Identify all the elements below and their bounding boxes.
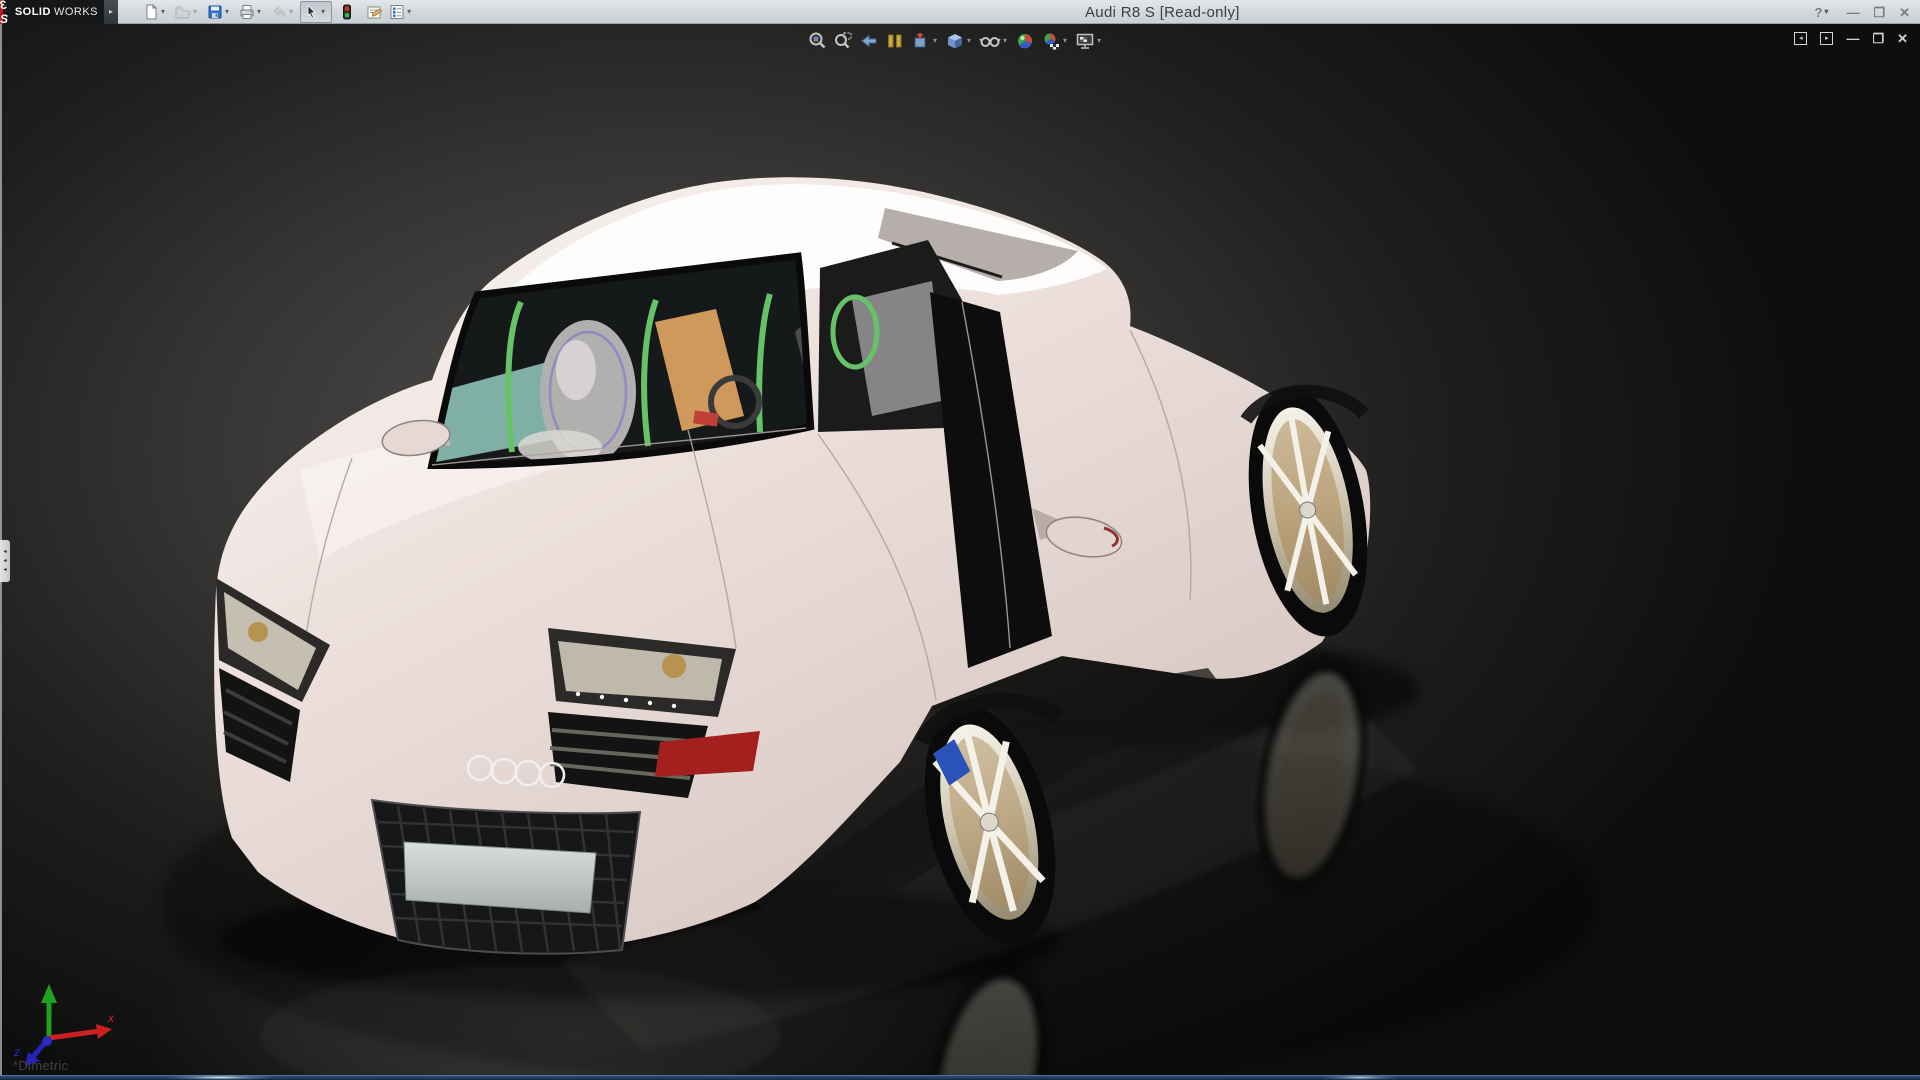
file-properties-icon [365, 4, 383, 20]
brand-mark: 3S [0, 0, 12, 26]
previous-view-icon [859, 31, 879, 51]
select-cursor-icon [303, 4, 319, 20]
chevron-down-icon[interactable]: ▾ [1003, 37, 1007, 45]
collapse-arrow-icon: ◂ [3, 567, 6, 573]
menu-flyout-arrow[interactable]: ▸ [104, 0, 118, 24]
close-document-button[interactable]: ✕ [1897, 32, 1908, 45]
view-settings-button[interactable]: ▾ [1074, 30, 1104, 52]
license-plate [404, 842, 596, 913]
options-checklist-icon [389, 4, 405, 20]
zoom-to-fit-icon [807, 31, 827, 51]
restore-button[interactable]: ❐ [1873, 6, 1885, 19]
strip-glint [1320, 1075, 1400, 1080]
headsup-view-toolbar: ▾ ▾ ▾ ▾ ▾ [806, 30, 1104, 52]
new-document-icon [143, 4, 159, 20]
graphics-viewport[interactable]: x z ▾ ▾ ▾ [0, 24, 1920, 1080]
view-orientation-label: *Dimetric [13, 1058, 68, 1073]
zoom-to-area-button[interactable] [832, 30, 854, 52]
solidworks-logo: 3S SOLID WORKS [0, 0, 104, 24]
chevron-down-icon[interactable]: ▾ [161, 8, 165, 16]
edit-appearance-icon [1015, 31, 1035, 51]
chevron-down-icon[interactable]: ▾ [257, 8, 261, 16]
coordinate-triad: x z [13, 984, 115, 1066]
chevron-down-icon[interactable]: ▾ [1063, 37, 1067, 45]
main-toolbar: ▾ ▾ ▾ ▾ ▾ ▾ [140, 1, 418, 23]
apply-scene-icon [1041, 31, 1061, 51]
print-icon [239, 4, 255, 20]
z-axis-label: z [13, 1045, 20, 1059]
save-button[interactable]: ▾ [204, 1, 236, 23]
close-button[interactable]: ✕ [1899, 6, 1910, 19]
zoom-to-area-icon [833, 31, 853, 51]
triad-origin [42, 1036, 52, 1046]
collapse-arrow-icon: ◂ [3, 558, 6, 564]
view-orientation-button[interactable]: ▾ [910, 30, 940, 52]
chevron-down-icon[interactable]: ▾ [1824, 8, 1828, 16]
display-style-button[interactable]: ▾ [944, 30, 974, 52]
window-title: Audi R8 S [Read-only] [1085, 4, 1240, 21]
chevron-down-icon[interactable]: ▾ [289, 8, 293, 16]
y-axis-arrow [41, 984, 57, 1003]
hide-show-items-button[interactable]: ▾ [978, 30, 1010, 52]
chevron-down-icon[interactable]: ▾ [967, 37, 971, 45]
minimize-document-button[interactable]: — [1846, 32, 1859, 45]
open-button[interactable]: ▾ [172, 1, 204, 23]
rebuild-stoplight-icon [341, 4, 353, 20]
apply-scene-button[interactable]: ▾ [1040, 30, 1070, 52]
chevron-down-icon[interactable]: ▾ [407, 8, 411, 16]
undo-button[interactable]: ▾ [268, 1, 300, 23]
feature-pane-handle[interactable]: ◂ ◂ ◂ [0, 540, 10, 582]
brand-bold: SOLID [15, 6, 51, 18]
collapse-arrow-icon: ◂ [3, 549, 6, 555]
file-properties-button[interactable] [362, 1, 386, 23]
minimize-button[interactable]: — [1846, 6, 1859, 19]
section-view-icon [885, 31, 905, 51]
chevron-down-icon[interactable]: ▾ [1097, 37, 1101, 45]
window-controls: ?▾ — ❐ ✕ [1814, 0, 1910, 24]
new-document-button[interactable]: ▾ [140, 1, 172, 23]
collapse-left-pane-button[interactable]: ◂ [1794, 32, 1807, 45]
bottom-status-strip [0, 1075, 1920, 1080]
edit-appearance-button[interactable] [1014, 30, 1036, 52]
chevron-down-icon[interactable]: ▾ [225, 8, 229, 16]
section-view-button[interactable] [884, 30, 906, 52]
display-style-icon [945, 31, 965, 51]
save-icon [207, 4, 223, 20]
zoom-to-fit-button[interactable] [806, 30, 828, 52]
strip-glint [165, 1075, 275, 1080]
print-button[interactable]: ▾ [236, 1, 268, 23]
x-axis-arrow [96, 1024, 112, 1039]
view-settings-icon [1075, 31, 1095, 51]
rebuild-button[interactable] [338, 1, 356, 23]
view-orientation-icon [911, 31, 931, 51]
open-icon [175, 4, 191, 20]
select-tool-button[interactable]: ▾ [300, 1, 332, 23]
hide-show-items-icon [979, 31, 1001, 51]
brand-light: WORKS [54, 6, 98, 18]
restore-document-button[interactable]: ❐ [1872, 32, 1884, 45]
undo-icon [271, 4, 287, 20]
chevron-down-icon[interactable]: ▾ [933, 37, 937, 45]
3d-model-audi-r8[interactable]: x z [0, 24, 1920, 1080]
document-window-controls: ◂ ▸ — ❐ ✕ [1794, 32, 1908, 45]
chevron-down-icon[interactable]: ▾ [321, 8, 325, 16]
expand-right-pane-button[interactable]: ▸ [1820, 32, 1833, 45]
titlebar: 3S SOLID WORKS ▸ ▾ ▾ ▾ ▾ [0, 0, 1920, 24]
x-axis-label: x [107, 1011, 115, 1025]
options-button[interactable]: ▾ [386, 1, 418, 23]
help-button[interactable]: ?▾ [1814, 6, 1832, 19]
previous-view-button[interactable] [858, 30, 880, 52]
chevron-down-icon[interactable]: ▾ [193, 8, 197, 16]
